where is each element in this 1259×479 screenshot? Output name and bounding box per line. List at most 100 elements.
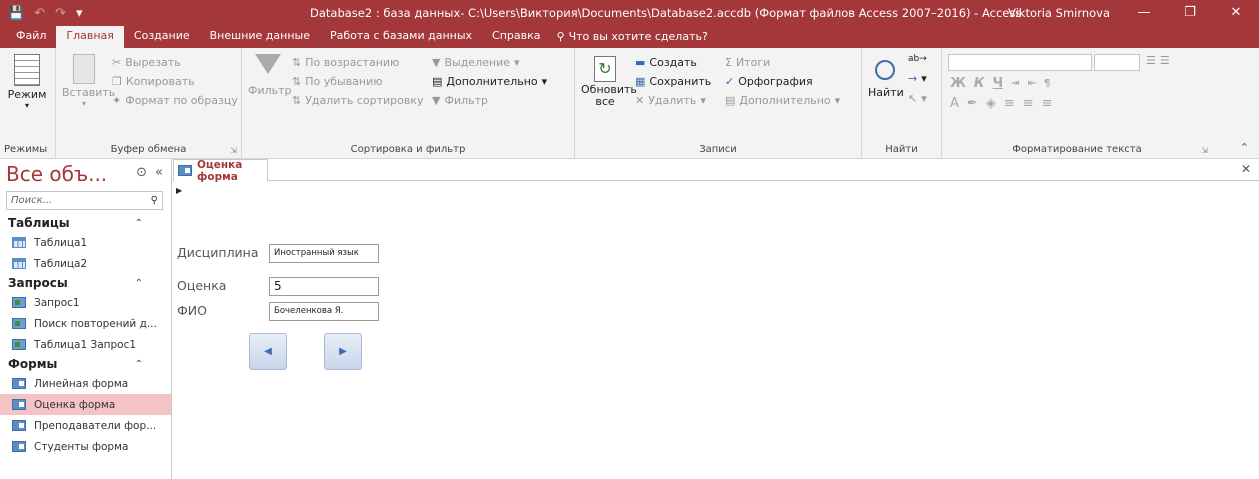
nav-group-forms[interactable]: Формы ⌃ <box>0 355 171 373</box>
highlight-icon[interactable]: ✒ <box>967 96 978 111</box>
replace-button[interactable]: ab→ <box>908 54 927 64</box>
sort-descending-button[interactable]: ⇅ По убыванию <box>292 75 383 88</box>
clipboard-launcher-icon[interactable]: ⇲ <box>230 146 237 155</box>
cut-button[interactable]: ✂ Вырезать <box>112 56 181 69</box>
tab-create[interactable]: Создание <box>124 26 200 48</box>
remove-sort-button[interactable]: ⇅ Удалить сортировку <box>292 94 424 107</box>
navigation-pane: Все объ... ⊙ « Поиск... ⚲ Таблицы ⌃ Табли… <box>0 159 172 479</box>
nav-group-tables[interactable]: Таблицы ⌃ <box>0 214 171 232</box>
user-name[interactable]: Viktoria Smirnova <box>1008 0 1110 26</box>
nav-item-teachers-form[interactable]: Преподаватели фор... <box>0 415 171 436</box>
totals-button[interactable]: Σ Итоги <box>725 56 770 69</box>
font-size-box[interactable] <box>1094 54 1140 71</box>
more-records-button[interactable]: ▤ Дополнительно ▾ <box>725 94 840 107</box>
discipline-field[interactable]: Иностранный язык <box>269 244 379 263</box>
view-mode-button[interactable]: Режим ▾ <box>4 54 50 110</box>
tab-external-data[interactable]: Внешние данные <box>200 26 320 48</box>
query-icon <box>12 339 26 350</box>
tab-help[interactable]: Справка <box>482 26 550 48</box>
close-icon[interactable]: ✕ <box>1213 0 1259 26</box>
nav-menu-icon[interactable]: ⊙ <box>136 165 147 180</box>
toggle-filter-button[interactable]: ▼ Фильтр <box>432 94 488 107</box>
new-record-label: Создать <box>649 56 697 69</box>
font-color-buttons[interactable]: A ✒ ◈ ≡ ≡ ≡ <box>950 96 1053 111</box>
save-record-button[interactable]: ▦ Сохранить <box>635 75 711 88</box>
find-button[interactable]: Найти <box>868 60 904 99</box>
nav-item-grade-form[interactable]: Оценка форма <box>0 394 171 415</box>
tab-home[interactable]: Главная <box>56 26 124 48</box>
triangle-left-icon: ◀ <box>264 346 272 357</box>
bullet-list-button[interactable]: ☰ ☰ <box>1146 54 1170 67</box>
tab-database-tools[interactable]: Работа с базами данных <box>320 26 482 48</box>
redo-icon[interactable]: ↷ <box>55 6 66 21</box>
sort-ascending-button[interactable]: ⇅ По возрастанию <box>292 56 399 69</box>
copy-button[interactable]: ❐ Копировать <box>112 75 195 88</box>
font-style-buttons[interactable]: Ж К Ч ⇥ ⇤ ¶ <box>950 76 1050 91</box>
next-record-button[interactable]: ▶ <box>324 333 362 370</box>
goto-button[interactable]: → ▾ <box>908 72 927 85</box>
select-dropdown-icon: ▾ <box>921 92 927 105</box>
advanced-filter-button[interactable]: ▤ Дополнительно ▾ <box>432 75 547 88</box>
grade-field[interactable]: 5 <box>269 277 379 296</box>
fio-field[interactable]: Бочеленкова Я. <box>269 302 379 321</box>
restore-icon[interactable]: ❐ <box>1167 0 1213 26</box>
nav-item-linear-form[interactable]: Линейная форма <box>0 373 171 394</box>
align-center-icon[interactable]: ≡ <box>1023 96 1034 111</box>
paragraph-icon[interactable]: ¶ <box>1044 78 1050 89</box>
previous-record-button[interactable]: ◀ <box>249 333 287 370</box>
delete-record-button[interactable]: ✕ Удалить ▾ <box>635 94 706 107</box>
indent-icon[interactable]: ⇥ <box>1011 78 1019 89</box>
group-sort-filter: Фильтр ⇅ По возрастанию ⇅ По убыванию ⇅ Уда… <box>242 48 575 158</box>
italic-icon[interactable]: К <box>974 76 985 91</box>
underline-icon[interactable]: Ч <box>993 76 1004 91</box>
selection-button[interactable]: ▼ Выделение ▾ <box>432 56 520 69</box>
tell-me-box[interactable]: ⚲ Что вы хотите сделать? <box>551 26 708 48</box>
outdent-icon[interactable]: ⇤ <box>1027 78 1035 89</box>
collapse-chevron-icon[interactable]: ⌃ <box>135 278 143 289</box>
advanced-filter-label: Дополнительно <box>446 75 538 88</box>
refresh-all-button[interactable]: ↻ Обновить все <box>581 56 637 108</box>
nav-item-table1[interactable]: Таблица1 <box>0 232 171 253</box>
fill-icon[interactable]: ◈ <box>986 96 996 111</box>
nav-search-input[interactable]: Поиск... ⚲ <box>6 191 163 210</box>
nav-group-queries[interactable]: Запросы ⌃ <box>0 274 171 292</box>
new-record-button[interactable]: ▬ Создать <box>635 56 697 69</box>
nav-header[interactable]: Все объ... ⊙ « <box>0 159 171 189</box>
selection-filter-icon: ▼ <box>432 56 441 69</box>
customize-toolbar-icon[interactable]: ▾ <box>76 6 83 21</box>
align-right-icon[interactable]: ≡ <box>1042 96 1053 111</box>
spelling-button[interactable]: ✓ Орфография <box>725 75 813 88</box>
bold-icon[interactable]: Ж <box>950 76 966 91</box>
nav-item-table1-query1[interactable]: Таблица1 Запрос1 <box>0 334 171 355</box>
select-button[interactable]: ↖ ▾ <box>908 92 927 105</box>
form-icon <box>12 420 26 431</box>
nav-item-table2[interactable]: Таблица2 <box>0 253 171 274</box>
sort-ascending-label: По возрастанию <box>305 56 400 69</box>
close-document-icon[interactable]: ✕ <box>1241 162 1251 176</box>
save-icon[interactable]: 💾 <box>8 6 24 21</box>
font-color-icon[interactable]: A <box>950 96 959 111</box>
collapse-ribbon-icon[interactable]: ⌃ <box>1240 141 1249 154</box>
collapse-chevron-icon[interactable]: ⌃ <box>135 359 143 370</box>
nav-item-query1[interactable]: Запрос1 <box>0 292 171 313</box>
format-painter-button[interactable]: ✦ Формат по образцу <box>112 94 238 107</box>
font-name-box[interactable] <box>948 54 1092 71</box>
new-record-icon: ▬ <box>635 56 646 69</box>
record-selector-icon[interactable]: ▶ <box>176 186 182 195</box>
nav-collapse-icon[interactable]: « <box>155 165 163 180</box>
nav-item-find-duplicates[interactable]: Поиск повторений д... <box>0 313 171 334</box>
group-records-label: Записи <box>699 144 737 155</box>
nav-title[interactable]: Все объ... <box>6 162 107 186</box>
tab-file[interactable]: Файл <box>6 26 56 48</box>
align-left-icon[interactable]: ≡ <box>1004 96 1015 111</box>
text-launcher-icon[interactable]: ⇲ <box>1201 146 1208 155</box>
collapse-chevron-icon[interactable]: ⌃ <box>135 218 143 229</box>
toggle-filter-icon: ▼ <box>432 94 441 107</box>
filter-button[interactable]: Фильтр <box>248 54 292 97</box>
nav-item-students-form[interactable]: Студенты форма <box>0 436 171 457</box>
minimize-icon[interactable]: — <box>1121 0 1167 26</box>
undo-icon[interactable]: ↶ <box>34 6 45 21</box>
tab-grade-form[interactable]: Оценка форма <box>173 159 268 183</box>
search-icon: ⚲ <box>150 195 158 206</box>
paste-button[interactable]: Вставить ▾ <box>62 54 115 108</box>
